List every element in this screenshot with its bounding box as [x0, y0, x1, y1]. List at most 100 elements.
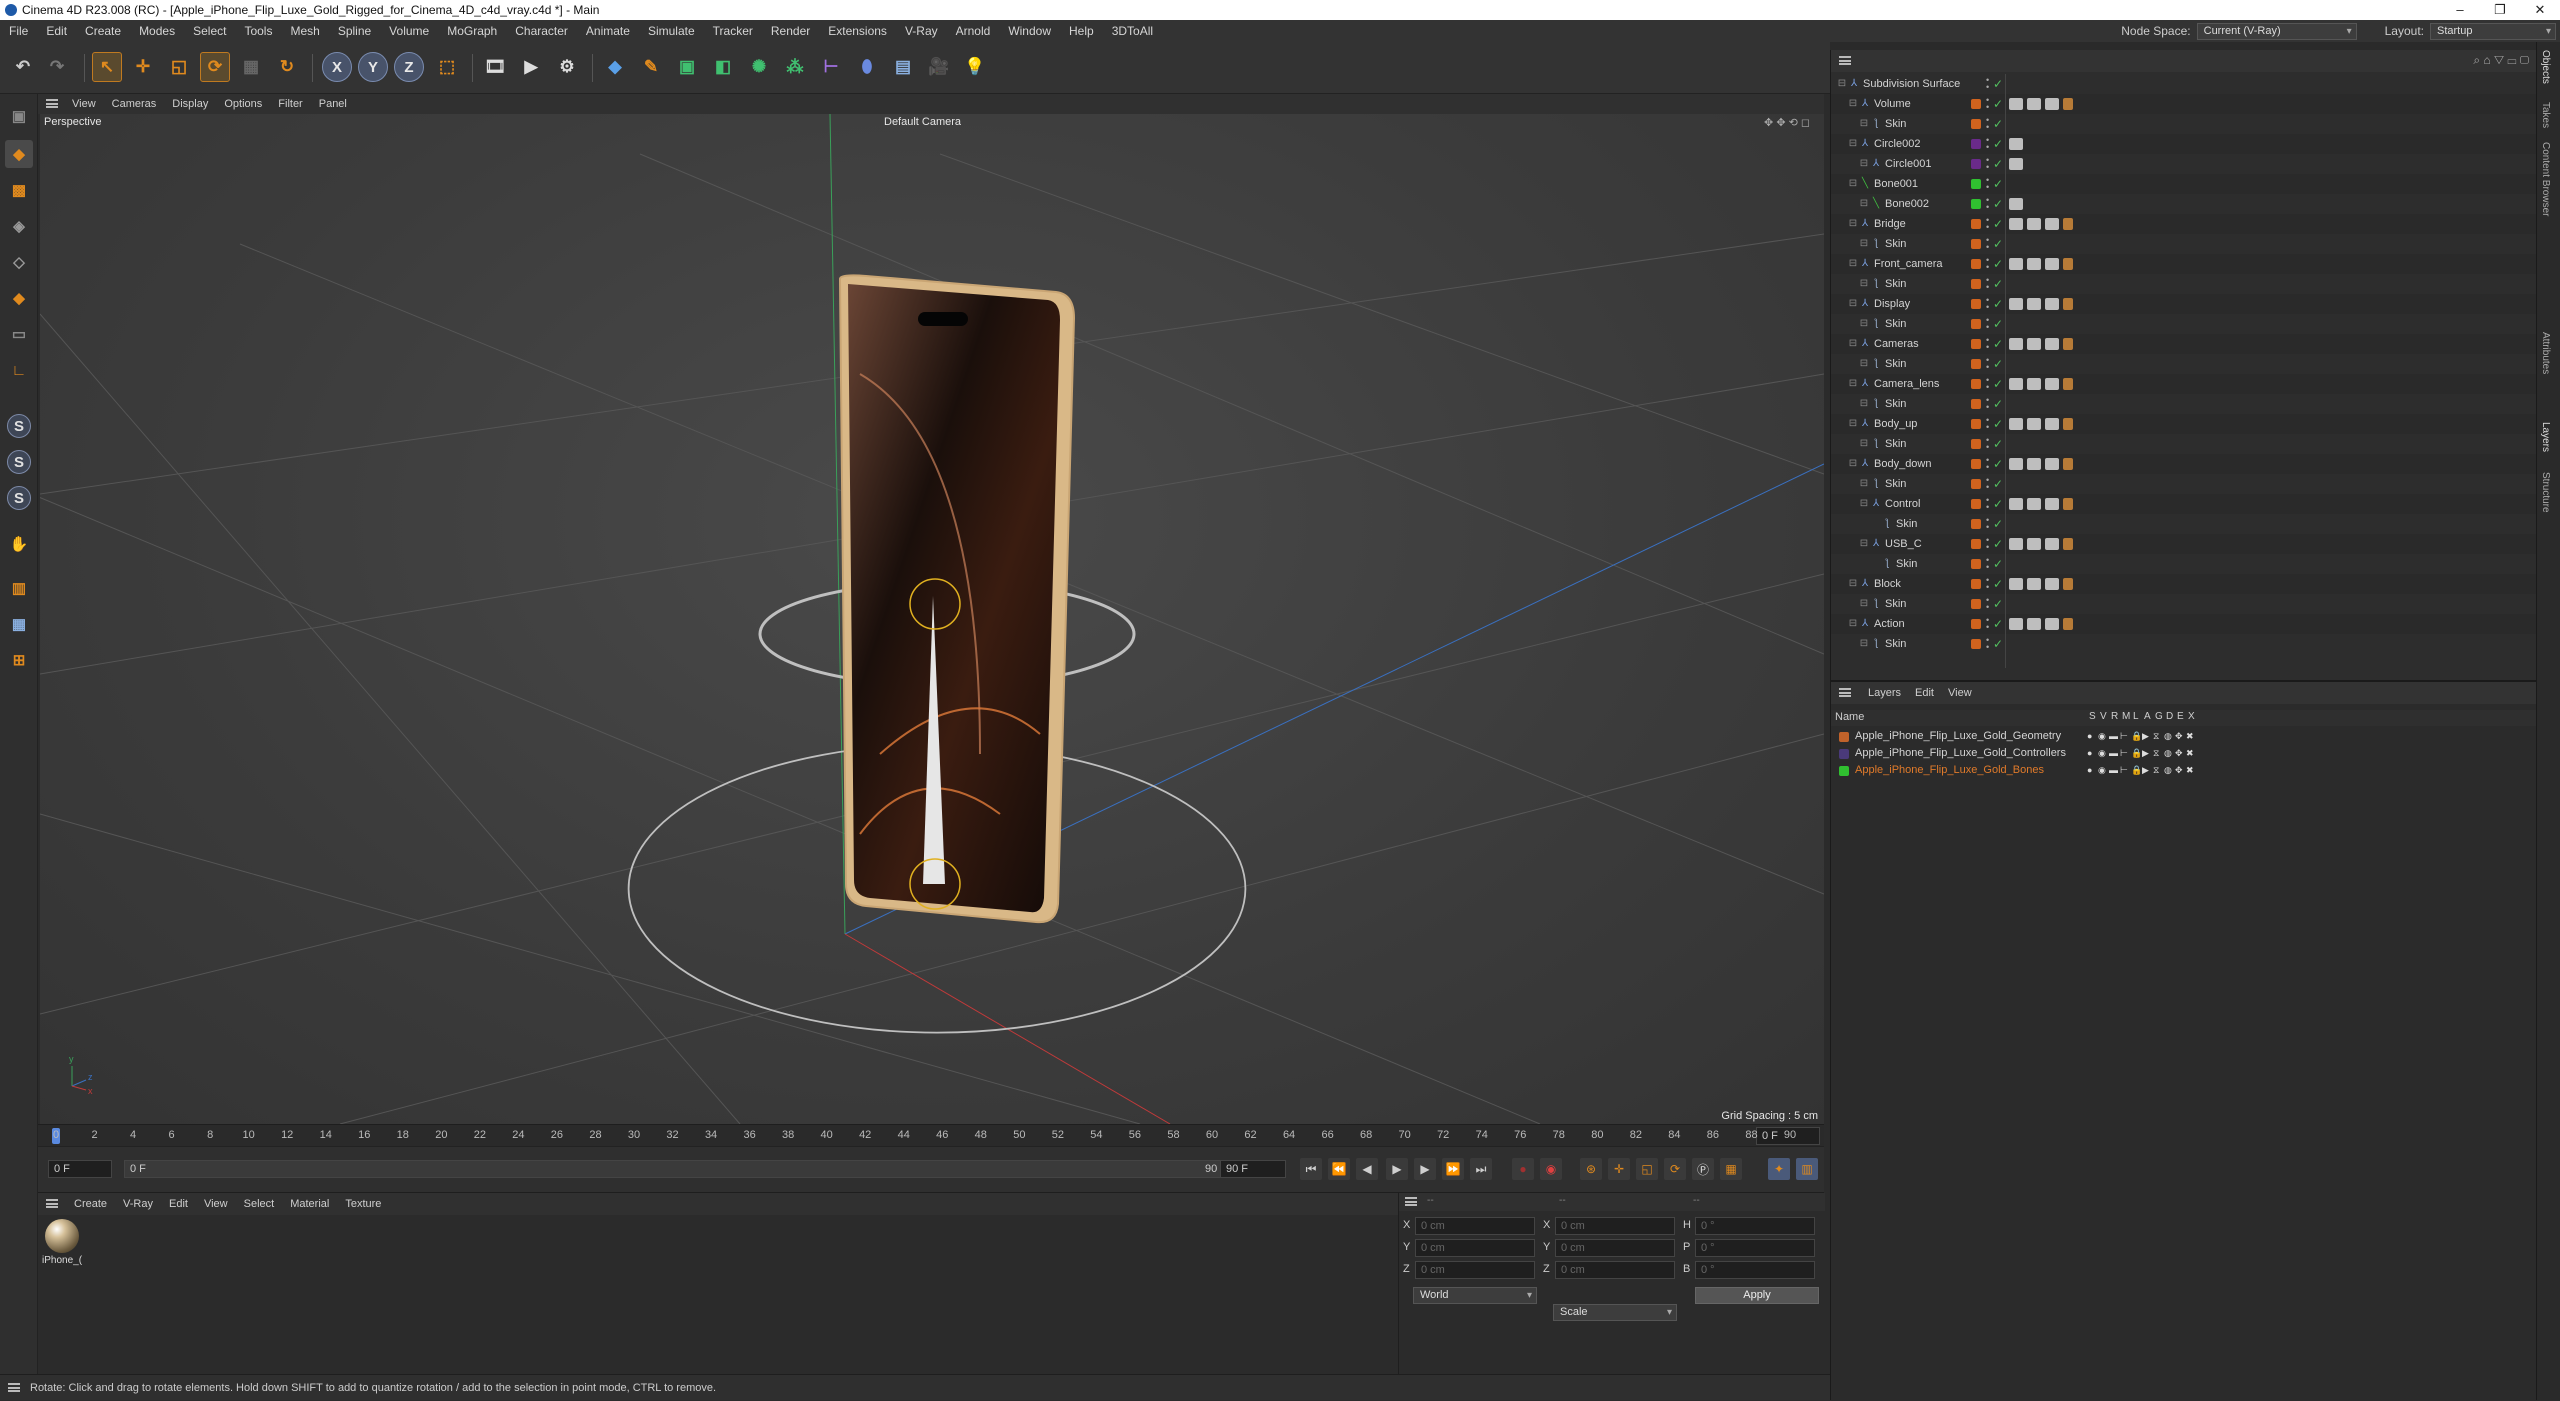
- object-row[interactable]: ⊟ ƪ Skin • • ✓: [1831, 434, 2537, 454]
- layer-color-swatch[interactable]: [1971, 339, 1981, 349]
- workplane-icon[interactable]: ▥: [5, 574, 33, 602]
- tag-icon[interactable]: [2009, 458, 2023, 470]
- tag-icon[interactable]: [2027, 98, 2041, 110]
- expand-toggle-icon[interactable]: ⊟: [1859, 599, 1869, 609]
- menu-animate[interactable]: Animate: [577, 20, 639, 42]
- tag-icon[interactable]: [2045, 98, 2059, 110]
- tag-icon[interactable]: [2063, 378, 2073, 390]
- side-tab-attributes[interactable]: Attributes: [2540, 332, 2551, 374]
- layer-toggle-icon[interactable]: ◉: [2098, 762, 2106, 779]
- tag-icon[interactable]: [2009, 218, 2023, 230]
- visibility-dots-icon[interactable]: • •: [1986, 96, 1989, 112]
- menu-window[interactable]: Window: [999, 20, 1060, 42]
- object-menu-icon[interactable]: [1839, 56, 1851, 65]
- layer-toggle-icon[interactable]: ✖: [2186, 728, 2194, 745]
- coordinate-system-icon[interactable]: ⬚: [432, 52, 462, 82]
- layer-color-swatch[interactable]: [1971, 499, 1981, 509]
- close-icon[interactable]: ✕: [2520, 0, 2560, 20]
- last-tool-icon[interactable]: ▦: [236, 52, 266, 82]
- snap-toggle-3-icon[interactable]: S: [7, 486, 31, 510]
- enabled-check-icon[interactable]: ✓: [1993, 314, 2003, 334]
- visibility-dots-icon[interactable]: • •: [1986, 136, 1989, 152]
- layer-toggle-icon[interactable]: ▬: [2109, 728, 2118, 745]
- apply-button[interactable]: Apply: [1695, 1287, 1819, 1304]
- layer-color-swatch[interactable]: [1971, 439, 1981, 449]
- tag-icon[interactable]: [2045, 458, 2059, 470]
- render-view-icon[interactable]: ▶: [516, 52, 546, 82]
- coord-field-x[interactable]: 0 cm: [1415, 1217, 1535, 1235]
- object-row[interactable]: ⊟ ⅄ Circle001 • • ✓: [1831, 154, 2537, 174]
- visibility-dots-icon[interactable]: • •: [1986, 316, 1989, 332]
- menu-mesh[interactable]: Mesh: [281, 20, 328, 42]
- tag-icon[interactable]: [2027, 578, 2041, 590]
- enabled-check-icon[interactable]: ✓: [1993, 354, 2003, 374]
- menu-tools[interactable]: Tools: [235, 20, 281, 42]
- layer-color-swatch[interactable]: [1971, 359, 1981, 369]
- next-frame-icon[interactable]: ▶: [1414, 1158, 1436, 1180]
- enabled-check-icon[interactable]: ✓: [1993, 494, 2003, 514]
- layout-select[interactable]: Startup: [2430, 22, 2556, 40]
- expand-toggle-icon[interactable]: ⊟: [1848, 99, 1858, 109]
- layer-toggle-icon[interactable]: ✥: [2175, 762, 2183, 779]
- enabled-check-icon[interactable]: ✓: [1993, 514, 2003, 534]
- layer-menu-icon[interactable]: [1839, 688, 1851, 697]
- record-icon[interactable]: ●: [1512, 1158, 1534, 1180]
- layer-toggle-icon[interactable]: 🔒: [2131, 745, 2142, 762]
- material-menu-material[interactable]: Material: [282, 1198, 337, 1210]
- expand-toggle-icon[interactable]: ⊟: [1848, 339, 1858, 349]
- object-row[interactable]: ƪ Skin • • ✓: [1831, 554, 2537, 574]
- menu-character[interactable]: Character: [506, 20, 577, 42]
- layer-color-swatch[interactable]: [1971, 239, 1981, 249]
- visibility-dots-icon[interactable]: • •: [1986, 476, 1989, 492]
- tag-icon[interactable]: [2063, 218, 2073, 230]
- viewport-menu-view[interactable]: View: [64, 98, 104, 110]
- visibility-dots-icon[interactable]: • •: [1986, 176, 1989, 192]
- coord-field-h[interactable]: 0 °: [1695, 1217, 1815, 1235]
- object-row[interactable]: ⊟ ⅄ Body_down • • ✓: [1831, 454, 2537, 474]
- layer-menu-edit[interactable]: Edit: [1908, 687, 1941, 699]
- tag-icon[interactable]: [2009, 498, 2023, 510]
- enabled-check-icon[interactable]: ✓: [1993, 454, 2003, 474]
- menu-tracker[interactable]: Tracker: [704, 20, 762, 42]
- viewport-menu-filter[interactable]: Filter: [270, 98, 310, 110]
- enabled-check-icon[interactable]: ✓: [1993, 174, 2003, 194]
- render-settings-icon[interactable]: ⚙: [552, 52, 582, 82]
- tag-icon[interactable]: [2027, 338, 2041, 350]
- tag-icon[interactable]: [2009, 378, 2023, 390]
- go-to-end-icon[interactable]: ⏭: [1470, 1158, 1492, 1180]
- tag-icon[interactable]: [2009, 258, 2023, 270]
- tag-icon[interactable]: [2027, 458, 2041, 470]
- visibility-dots-icon[interactable]: • •: [1986, 156, 1989, 172]
- expand-toggle-icon[interactable]: ⊟: [1859, 359, 1869, 369]
- tag-icon[interactable]: [2045, 218, 2059, 230]
- enabled-check-icon[interactable]: ✓: [1993, 434, 2003, 454]
- tag-icon[interactable]: [2027, 618, 2041, 630]
- axis-lock-x-icon[interactable]: X: [322, 52, 352, 82]
- locked-workplane-icon[interactable]: ⊞: [5, 646, 33, 674]
- axis-lock-z-icon[interactable]: Z: [394, 52, 424, 82]
- expand-toggle-icon[interactable]: ⊟: [1859, 159, 1869, 169]
- layer-toggle-icon[interactable]: 🔒: [2131, 762, 2142, 779]
- layer-color-swatch[interactable]: [1971, 619, 1981, 629]
- object-row[interactable]: ⊟ ƪ Skin • • ✓: [1831, 114, 2537, 134]
- visibility-dots-icon[interactable]: • •: [1986, 556, 1989, 572]
- viewport-menu-panel[interactable]: Panel: [311, 98, 355, 110]
- menu-volume[interactable]: Volume: [380, 20, 438, 42]
- object-row[interactable]: ⊟ ╲ Bone002 • • ✓: [1831, 194, 2537, 214]
- expand-toggle-icon[interactable]: ⊟: [1848, 259, 1858, 269]
- layer-color-swatch[interactable]: [1971, 279, 1981, 289]
- expand-toggle-icon[interactable]: ⊟: [1859, 119, 1869, 129]
- menu-select[interactable]: Select: [184, 20, 235, 42]
- layer-toggle-icon[interactable]: ✥: [2175, 728, 2183, 745]
- layer-color-swatch[interactable]: [1971, 199, 1981, 209]
- coord-field-y[interactable]: 0 cm: [1555, 1239, 1675, 1257]
- tag-icon[interactable]: [2009, 618, 2023, 630]
- layer-toggle-icon[interactable]: ⧖: [2153, 728, 2159, 745]
- enabled-check-icon[interactable]: ✓: [1993, 374, 2003, 394]
- tag-icon[interactable]: [2009, 198, 2023, 210]
- rotate-tool-icon[interactable]: ⟳: [200, 52, 230, 82]
- layer-toggle-icon[interactable]: ◉: [2098, 745, 2106, 762]
- menu-modes[interactable]: Modes: [130, 20, 184, 42]
- tag-icon[interactable]: [2009, 538, 2023, 550]
- visibility-dots-icon[interactable]: • •: [1986, 576, 1989, 592]
